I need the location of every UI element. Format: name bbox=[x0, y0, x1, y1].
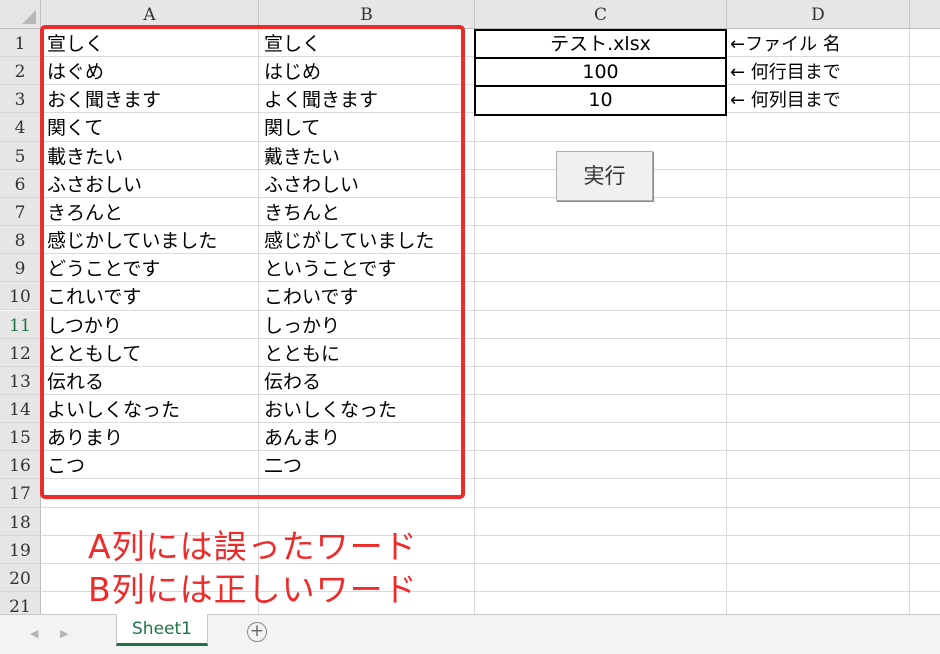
row-header[interactable]: 18 bbox=[0, 507, 41, 536]
row-header[interactable]: 11 bbox=[0, 310, 41, 339]
row-header[interactable]: 8 bbox=[0, 226, 41, 255]
triangle-left-icon[interactable]: ◀ bbox=[30, 627, 38, 640]
column-header-e-partial[interactable] bbox=[910, 0, 940, 29]
row-header[interactable]: 13 bbox=[0, 366, 41, 395]
run-button[interactable]: 実行 bbox=[556, 151, 653, 201]
sheet-tab-sheet1[interactable]: Sheet1 bbox=[116, 614, 208, 646]
row-header[interactable]: 12 bbox=[0, 338, 41, 367]
row-header[interactable]: 19 bbox=[0, 535, 41, 564]
row-header[interactable]: 14 bbox=[0, 394, 41, 424]
gridline bbox=[909, 29, 910, 614]
col-count-cell[interactable]: 10 bbox=[474, 85, 727, 116]
row-header[interactable]: 10 bbox=[0, 282, 41, 311]
spreadsheet-grid[interactable]: A B C D 1 2 3 4 5 6 7 8 9 10 11 12 13 14 15 16 17 18 19 20 2… bbox=[0, 0, 940, 614]
row-header[interactable]: 4 bbox=[0, 113, 41, 142]
row-header[interactable]: 5 bbox=[0, 141, 41, 170]
select-all-triangle-icon bbox=[22, 10, 36, 24]
triangle-right-icon[interactable]: ▶ bbox=[60, 627, 68, 640]
column-header-d[interactable]: D bbox=[727, 0, 910, 29]
plus-icon[interactable]: + bbox=[247, 622, 267, 642]
row-header[interactable]: 9 bbox=[0, 254, 41, 283]
row-count-note[interactable]: ← 何行目まで bbox=[730, 59, 841, 87]
row-header[interactable]: 15 bbox=[0, 423, 41, 452]
row-header[interactable]: 3 bbox=[0, 85, 41, 114]
row-header[interactable]: 17 bbox=[0, 479, 41, 508]
file-name-note[interactable]: ←ファイル 名 bbox=[730, 31, 841, 59]
row-header[interactable]: 7 bbox=[0, 197, 41, 227]
highlight-rectangle bbox=[40, 25, 465, 499]
gridline bbox=[41, 506, 940, 508]
annotation-correct-words: B列には正しいワード bbox=[88, 570, 418, 609]
select-all-button[interactable] bbox=[0, 0, 41, 29]
row-count-cell[interactable]: 100 bbox=[474, 57, 727, 87]
row-header[interactable]: 6 bbox=[0, 169, 41, 198]
sheet-tab-bar: ◀ ▶ Sheet1 + bbox=[0, 614, 940, 654]
row-header[interactable]: 16 bbox=[0, 451, 41, 480]
row-header[interactable]: 20 bbox=[0, 563, 41, 592]
col-count-note[interactable]: ← 何列目まで bbox=[730, 87, 841, 115]
row-header[interactable]: 1 bbox=[0, 29, 41, 58]
file-name-cell[interactable]: テスト.xlsx bbox=[474, 29, 727, 59]
row-header[interactable]: 21 bbox=[0, 592, 41, 614]
annotation-wrong-words: A列には誤ったワード bbox=[88, 527, 418, 566]
gridline bbox=[726, 29, 727, 614]
column-header-c[interactable]: C bbox=[475, 0, 727, 29]
gridline bbox=[474, 29, 475, 614]
row-header[interactable]: 2 bbox=[0, 57, 41, 86]
